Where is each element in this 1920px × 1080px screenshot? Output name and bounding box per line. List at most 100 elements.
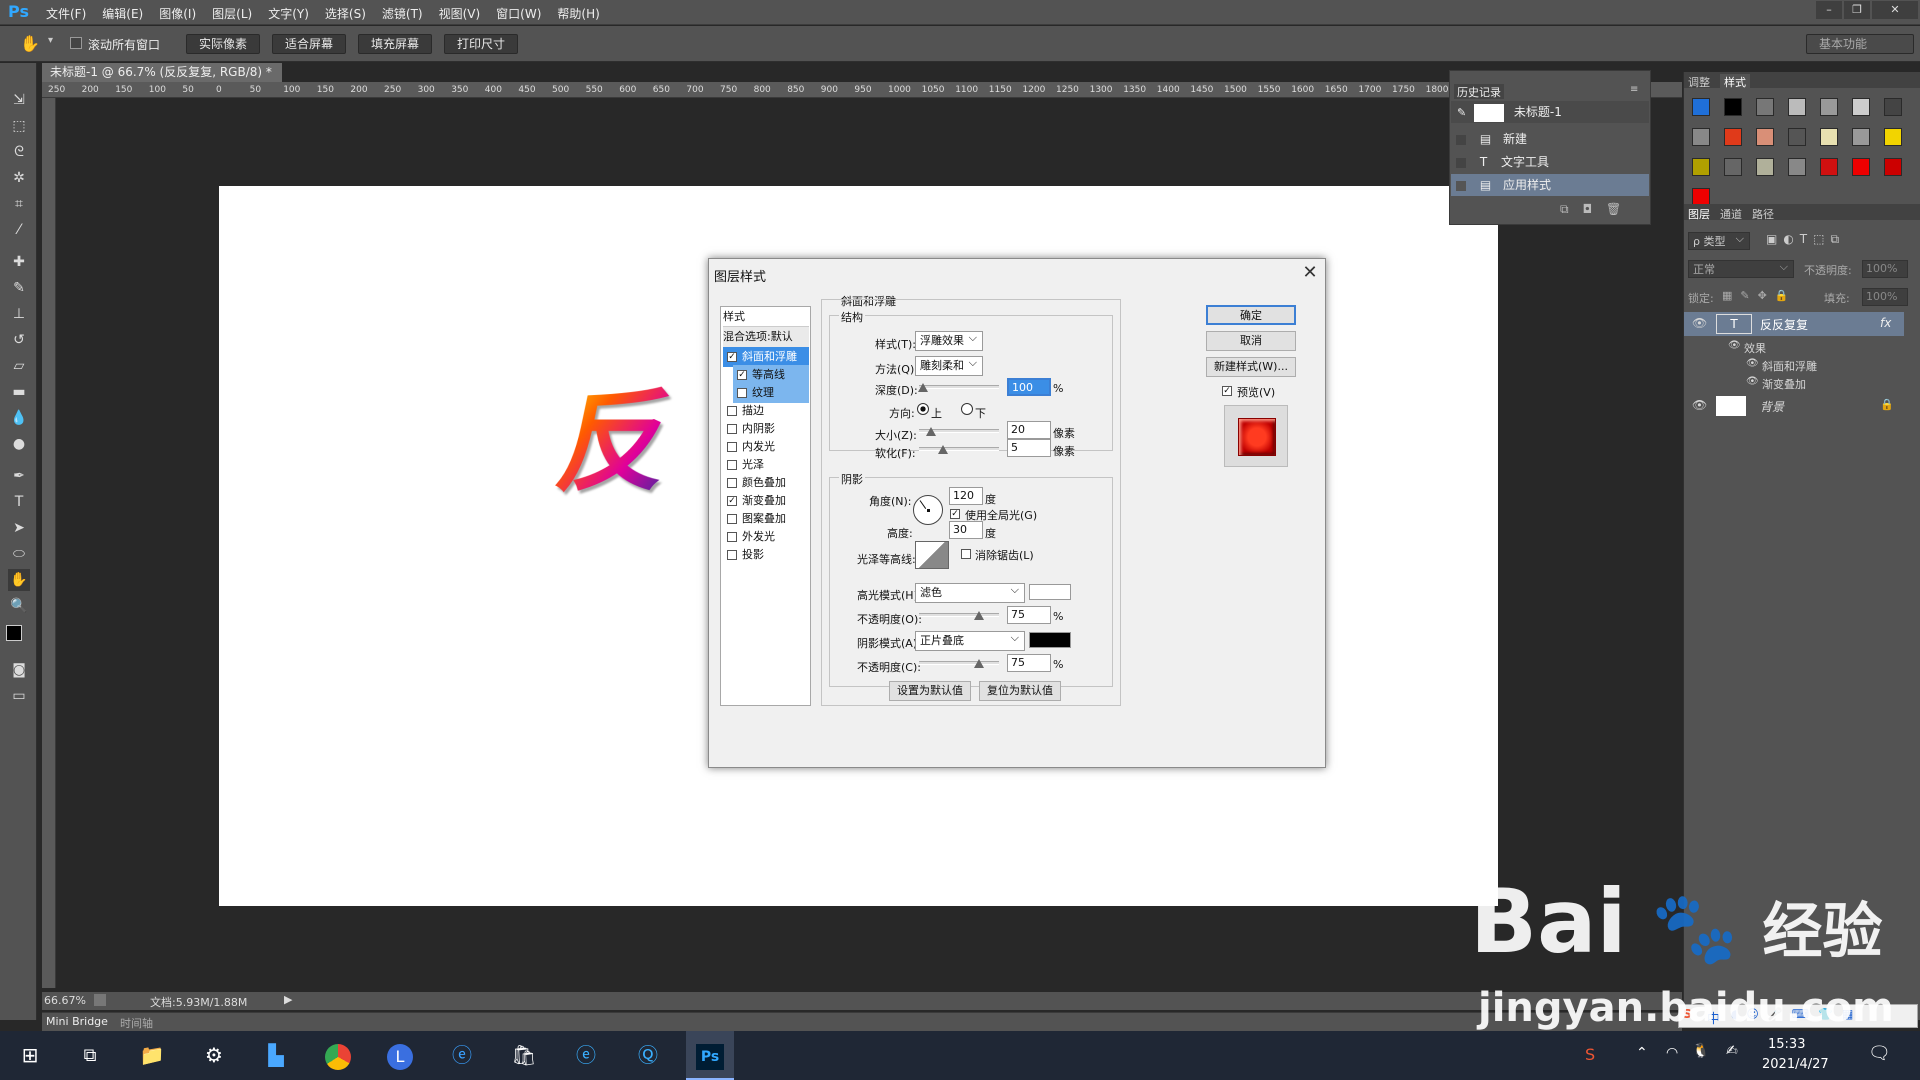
fill-input[interactable]: 100%: [1862, 288, 1908, 306]
history-brush-tool-icon[interactable]: ↺: [8, 329, 30, 351]
style-swatch[interactable]: [1820, 98, 1838, 116]
visibility-eye-icon[interactable]: 👁: [1692, 398, 1707, 412]
style-swatch[interactable]: [1724, 158, 1742, 176]
highlight-mode-select[interactable]: 滤色: [915, 581, 1025, 603]
dodge-tool-icon[interactable]: ●: [8, 433, 30, 455]
style-item[interactable]: ✓ 斜面和浮雕: [723, 347, 809, 367]
size-slider-knob[interactable]: [926, 427, 936, 436]
tab-layers[interactable]: 图层: [1688, 206, 1710, 222]
settings-icon[interactable]: ⚙: [190, 1031, 238, 1080]
style-swatch[interactable]: [1756, 128, 1774, 146]
style-swatch[interactable]: [1724, 98, 1742, 116]
style-item-checkbox[interactable]: [727, 514, 737, 524]
style-item[interactable]: 外发光: [723, 527, 809, 547]
style-item[interactable]: ✓ 等高线: [733, 365, 809, 385]
zoom-tool-icon[interactable]: 🔍: [8, 595, 30, 617]
tab-styles[interactable]: 样式: [1720, 74, 1750, 90]
blur-tool-icon[interactable]: 💧: [8, 407, 30, 429]
browser-e-icon[interactable]: ⓔ: [562, 1031, 610, 1080]
tab-channels[interactable]: 通道: [1720, 206, 1742, 222]
history-tab[interactable]: 历史记录: [1454, 84, 1504, 99]
depth-slider[interactable]: [918, 383, 999, 392]
screen-mode-icon[interactable]: ▭: [8, 685, 30, 707]
style-item[interactable]: 内发光: [723, 437, 809, 457]
highlight-opacity-knob[interactable]: [974, 611, 984, 620]
shadow-opacity-slider[interactable]: [919, 659, 999, 668]
type-tool-icon[interactable]: T: [8, 491, 30, 513]
history-snapshot[interactable]: ✎ 未标题-1: [1451, 101, 1649, 123]
depth-input[interactable]: 100: [1007, 378, 1051, 396]
gradient-tool-icon[interactable]: ▬: [8, 381, 30, 403]
move-tool-icon[interactable]: ⇲: [8, 89, 30, 111]
clock-date[interactable]: 2021/4/27: [1762, 1057, 1829, 1072]
lock-icons[interactable]: ▦✎✥🔒: [1722, 289, 1797, 302]
document-tab[interactable]: 未标题-1 @ 66.7% (反反复复, RGB/8) * ×: [42, 63, 282, 98]
style-item-checkbox[interactable]: [727, 550, 737, 560]
menu-image[interactable]: 图像(I): [159, 5, 196, 22]
ie-icon[interactable]: ⓔ: [438, 1031, 486, 1080]
style-swatch[interactable]: [1788, 98, 1806, 116]
soften-input[interactable]: 5: [1007, 439, 1051, 457]
qq-icon[interactable]: 🐧: [1692, 1043, 1709, 1059]
shadow-opacity-knob[interactable]: [974, 659, 984, 668]
size-input[interactable]: 20: [1007, 421, 1051, 439]
shadow-opacity-input[interactable]: 75: [1007, 654, 1051, 672]
style-swatch[interactable]: [1692, 158, 1710, 176]
minimize-button[interactable]: –: [1816, 1, 1842, 19]
status-menu-arrow-icon[interactable]: ▶: [284, 993, 292, 1006]
style-item-checkbox[interactable]: [737, 388, 747, 398]
style-item[interactable]: 颜色叠加: [723, 473, 809, 493]
new-style-button[interactable]: 新建样式(W)...: [1206, 357, 1296, 377]
scroll-all-checkbox[interactable]: [70, 37, 82, 49]
photos-icon[interactable]: ▙: [252, 1031, 300, 1080]
style-item-checkbox[interactable]: [727, 406, 737, 416]
magic-wand-tool-icon[interactable]: ✲: [8, 167, 30, 189]
fit-screen-button[interactable]: 适合屏幕: [272, 34, 347, 54]
menu-file[interactable]: 文件(F): [46, 5, 86, 22]
menu-edit[interactable]: 编辑(E): [102, 5, 143, 22]
gloss-contour-picker[interactable]: [915, 541, 949, 569]
bevel-style-select[interactable]: 浮雕效果: [915, 329, 983, 351]
style-item[interactable]: ✓ 渐变叠加: [723, 491, 809, 511]
style-swatch[interactable]: [1692, 98, 1710, 116]
style-swatch[interactable]: [1756, 98, 1774, 116]
menu-window[interactable]: 窗口(W): [496, 5, 541, 22]
style-swatch[interactable]: [1852, 98, 1870, 116]
layer-fx-icon[interactable]: fx: [1880, 316, 1891, 330]
menu-type[interactable]: 文字(Y): [268, 5, 309, 22]
style-swatch[interactable]: [1788, 158, 1806, 176]
anti-alias-checkbox[interactable]: [961, 549, 971, 559]
photoshop-taskbar-icon[interactable]: Ps: [686, 1031, 734, 1080]
angle-input[interactable]: 120: [949, 487, 983, 505]
global-light-checkbox[interactable]: ✓: [950, 509, 960, 519]
marquee-tool-icon[interactable]: ⬚: [8, 115, 30, 137]
style-item-checkbox[interactable]: ✓: [727, 496, 737, 506]
style-item-checkbox[interactable]: ✓: [727, 352, 737, 362]
style-item-checkbox[interactable]: ✓: [737, 370, 747, 380]
make-default-button[interactable]: 设置为默认值: [889, 681, 971, 701]
style-item[interactable]: 描边: [723, 401, 809, 421]
technique-select[interactable]: 雕刻柔和: [915, 354, 983, 376]
history-item-apply-style[interactable]: ▤ 应用样式: [1451, 174, 1649, 196]
highlight-opacity-input[interactable]: 75: [1007, 606, 1051, 624]
fill-screen-button[interactable]: 填充屏幕: [358, 34, 433, 54]
quick-mask-icon[interactable]: ◙: [8, 659, 30, 681]
opacity-input[interactable]: 100%: [1862, 260, 1908, 278]
style-swatch[interactable]: [1884, 158, 1902, 176]
menu-view[interactable]: 视图(V): [439, 5, 481, 22]
network-icon[interactable]: ◠: [1666, 1045, 1678, 1061]
zoom-level[interactable]: 66.67%: [44, 994, 86, 1007]
pen-icon[interactable]: ✍: [1726, 1043, 1738, 1059]
tab-paths[interactable]: 路径: [1752, 206, 1774, 222]
task-view-icon[interactable]: ⧉: [66, 1031, 114, 1080]
reset-default-button[interactable]: 复位为默认值: [979, 681, 1061, 701]
layer-row-background[interactable]: 👁 背景 🔒: [1684, 394, 1904, 418]
altitude-input[interactable]: 30: [949, 521, 983, 539]
windows-start-icon[interactable]: ⊞: [6, 1031, 54, 1080]
ellipse-tool-icon[interactable]: ⬭: [8, 543, 30, 565]
eyedropper-tool-icon[interactable]: ⁄: [8, 219, 30, 241]
clock-time[interactable]: 15:33: [1768, 1037, 1805, 1052]
highlight-opacity-slider[interactable]: [919, 611, 999, 620]
healing-brush-tool-icon[interactable]: ✚: [8, 251, 30, 273]
style-item-checkbox[interactable]: [727, 424, 737, 434]
